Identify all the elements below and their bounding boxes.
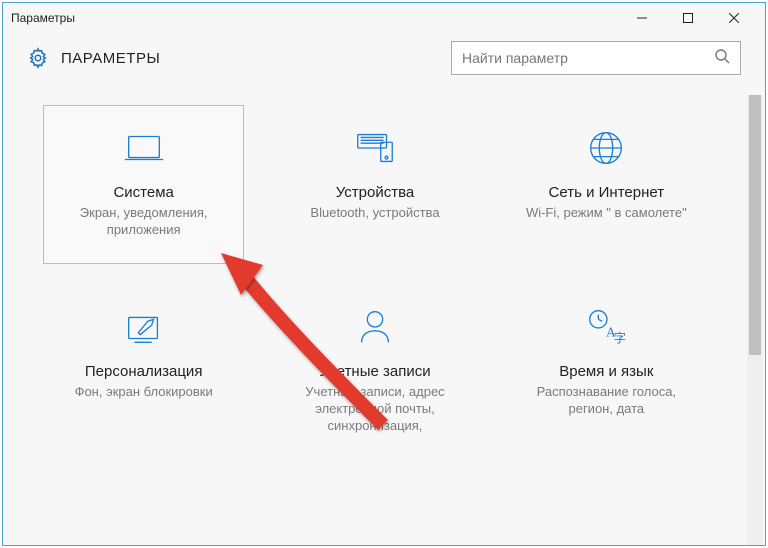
person-icon bbox=[285, 303, 464, 351]
page-title: ПАРАМЕТРЫ bbox=[61, 50, 160, 67]
minimize-button[interactable] bbox=[619, 3, 665, 33]
tile-time-language[interactable]: A 字 Время и язык Распознавание голоса, р… bbox=[506, 284, 707, 460]
close-button[interactable] bbox=[711, 3, 757, 33]
window-controls bbox=[619, 3, 757, 33]
tile-devices[interactable]: Устройства Bluetooth, устройства bbox=[274, 105, 475, 264]
tile-subtitle: Wi-Fi, режим " в самолете" bbox=[517, 205, 696, 222]
settings-grid: Система Экран, уведомления, приложения У… bbox=[3, 95, 747, 459]
svg-text:字: 字 bbox=[614, 330, 626, 345]
search-icon bbox=[714, 48, 730, 69]
display-icon bbox=[54, 124, 233, 172]
header-left: ПАРАМЕТРЫ bbox=[27, 47, 160, 69]
scrollbar-thumb[interactable] bbox=[749, 95, 761, 355]
time-language-icon: A 字 bbox=[517, 303, 696, 351]
tile-title: Сеть и Интернет bbox=[517, 184, 696, 201]
scrollbar[interactable] bbox=[747, 95, 763, 545]
header: ПАРАМЕТРЫ bbox=[3, 33, 765, 95]
devices-icon bbox=[285, 124, 464, 172]
tile-subtitle: Распознавание голоса, регион, дата bbox=[517, 384, 696, 418]
gear-icon bbox=[27, 47, 49, 69]
tile-subtitle: Учетные записи, адрес электронной почты,… bbox=[285, 384, 464, 435]
tile-personalization[interactable]: Персонализация Фон, экран блокировки bbox=[43, 284, 244, 460]
tile-subtitle: Bluetooth, устройства bbox=[285, 205, 464, 222]
titlebar: Параметры bbox=[3, 3, 765, 33]
tile-title: Учетные записи bbox=[285, 363, 464, 380]
tile-title: Время и язык bbox=[517, 363, 696, 380]
tile-title: Персонализация bbox=[54, 363, 233, 380]
search-input[interactable] bbox=[462, 50, 714, 66]
settings-window: Параметры ПАРАМЕТРЫ bbox=[2, 2, 766, 546]
window-title: Параметры bbox=[11, 11, 75, 25]
tile-network[interactable]: Сеть и Интернет Wi-Fi, режим " в самолет… bbox=[506, 105, 707, 264]
search-box[interactable] bbox=[451, 41, 741, 75]
tile-system[interactable]: Система Экран, уведомления, приложения bbox=[43, 105, 244, 264]
tile-subtitle: Экран, уведомления, приложения bbox=[54, 205, 233, 239]
maximize-button[interactable] bbox=[665, 3, 711, 33]
tile-subtitle: Фон, экран блокировки bbox=[54, 384, 233, 401]
globe-icon bbox=[517, 124, 696, 172]
personalization-icon bbox=[54, 303, 233, 351]
tile-title: Устройства bbox=[285, 184, 464, 201]
tile-title: Система bbox=[54, 184, 233, 201]
tile-accounts[interactable]: Учетные записи Учетные записи, адрес эле… bbox=[274, 284, 475, 460]
content-area: Система Экран, уведомления, приложения У… bbox=[3, 95, 765, 545]
